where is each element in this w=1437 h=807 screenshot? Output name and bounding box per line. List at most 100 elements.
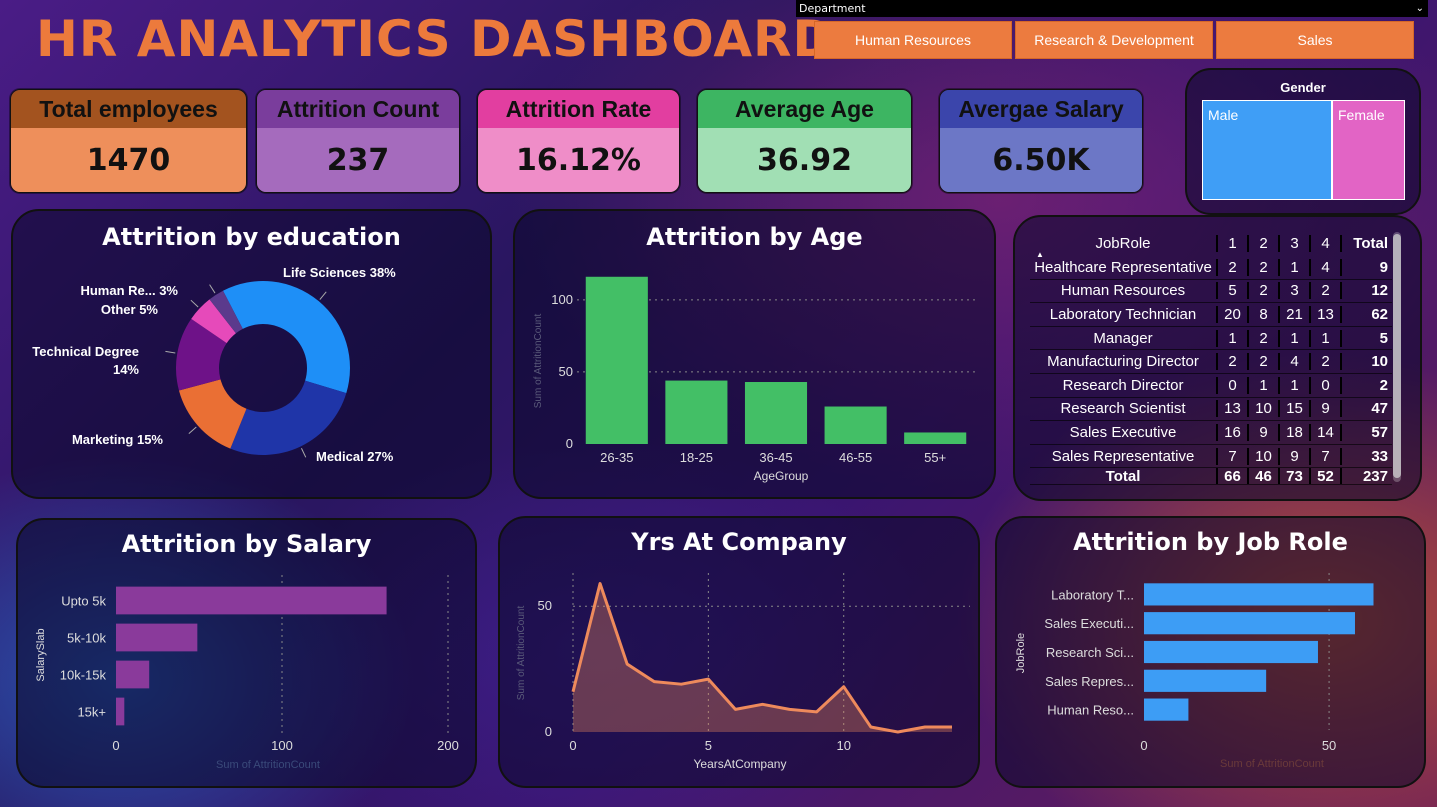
bar bbox=[1144, 698, 1189, 721]
table-row[interactable]: Human Resources 5 2 3 2 12 bbox=[1030, 280, 1392, 304]
slicer-option-research-development[interactable]: Research & Development bbox=[1015, 21, 1213, 59]
matrix-cell-jobrole: Total bbox=[1030, 468, 1218, 485]
table-row[interactable]: Manager 1 2 1 1 5 bbox=[1030, 327, 1392, 351]
age-bar-chart: 0 50 100 26-35 18-25 36-45 46-55 55+ AgeGroup Sum… bbox=[533, 276, 975, 483]
slicer-label: Department bbox=[799, 2, 866, 15]
slicer-header[interactable]: Department ⌄ bbox=[796, 0, 1428, 17]
treemap-female[interactable]: Female bbox=[1332, 100, 1405, 200]
slice-label: Other 5% bbox=[101, 302, 159, 317]
matrix-cell: 13 bbox=[1311, 305, 1342, 323]
y-tick-label: 15k+ bbox=[77, 705, 106, 720]
matrix-scrollbar-thumb[interactable] bbox=[1393, 234, 1401, 478]
matrix-cell-total: 2 bbox=[1379, 376, 1388, 394]
matrix-cell: 1 bbox=[1280, 258, 1311, 276]
jobrole-panel: Attrition by Job Role 0 50 Laboratory T...… bbox=[995, 516, 1426, 788]
chevron-down-icon[interactable]: ⌄ bbox=[1416, 0, 1424, 17]
matrix-cell: 2 bbox=[1218, 353, 1249, 371]
kpi-value: 6.50K bbox=[940, 128, 1142, 192]
education-donut-chart: Life Sciences 38% Medical 27% Marketing 15… bbox=[32, 265, 396, 464]
x-tick-label: 55+ bbox=[924, 450, 946, 465]
slicer-option-human-resources[interactable]: Human Resources bbox=[814, 21, 1012, 59]
y-axis-label: JobRole bbox=[1015, 633, 1027, 673]
slice-label-line: Technical Degree bbox=[32, 344, 139, 359]
matrix-cell-total: 33 bbox=[1371, 447, 1388, 465]
x-axis-label: Sum of AttritionCount bbox=[1220, 758, 1324, 770]
jobrole-bar-chart: 0 50 Laboratory T... Sales Executi... Resear… bbox=[1015, 573, 1374, 770]
slicer-option-sales[interactable]: Sales bbox=[1216, 21, 1414, 59]
table-row[interactable]: Healthcare Representative 2 2 1 4 9 bbox=[1030, 256, 1392, 280]
slice-label: Technical Degree 14% bbox=[32, 344, 139, 377]
matrix-cell: 1 bbox=[1218, 329, 1249, 347]
matrix-cell: 7 bbox=[1218, 447, 1249, 465]
kpi-label: Total employees bbox=[11, 90, 246, 128]
years-panel: Yrs At Company 0 50 0 5 10 YearsAtCompany Sum … bbox=[498, 516, 980, 788]
x-axis-label: Sum of AttritionCount bbox=[216, 759, 320, 771]
matrix-header-col: 1 bbox=[1218, 234, 1249, 252]
sort-ascending-icon[interactable]: ▲ bbox=[1036, 250, 1044, 259]
table-row[interactable]: Sales Representative 7 10 9 7 33 bbox=[1030, 445, 1392, 469]
x-tick-label: 50 bbox=[1322, 738, 1336, 753]
slice-label: Life Sciences 38% bbox=[283, 265, 396, 280]
matrix-cell-jobrole: Human Resources bbox=[1030, 282, 1218, 300]
bar bbox=[744, 382, 808, 444]
y-axis-label: SalarySlab bbox=[35, 628, 47, 681]
education-panel: Attrition by education Life Sciences 38%… bbox=[11, 209, 492, 499]
matrix-cell: 9 bbox=[1280, 447, 1311, 465]
matrix-cell: 4 bbox=[1280, 353, 1311, 371]
treemap-male[interactable]: Male bbox=[1202, 100, 1332, 200]
table-row[interactable]: Manufacturing Director 2 2 4 2 10 bbox=[1030, 350, 1392, 374]
matrix-cell: 18 bbox=[1280, 423, 1311, 441]
matrix-cell: 1 bbox=[1280, 376, 1311, 394]
bar bbox=[665, 380, 728, 444]
kpi-label: Attrition Rate bbox=[478, 90, 679, 128]
matrix-cell-total: 12 bbox=[1371, 282, 1388, 300]
matrix-cell-jobrole: Healthcare Representative bbox=[1030, 258, 1218, 276]
matrix-scrollbar[interactable] bbox=[1393, 232, 1401, 482]
table-row[interactable]: Laboratory Technician 20 8 21 13 62 bbox=[1030, 303, 1392, 327]
matrix-cell: 66 bbox=[1218, 468, 1249, 485]
gender-panel: Gender Male Female bbox=[1185, 68, 1421, 215]
table-row[interactable]: Research Director 0 1 1 0 2 bbox=[1030, 374, 1392, 398]
bar bbox=[585, 276, 648, 444]
matrix-cell: 21 bbox=[1280, 305, 1311, 323]
bar bbox=[1144, 583, 1374, 606]
matrix-total-row[interactable]: Total 66 46 73 52 237 bbox=[1030, 468, 1392, 486]
matrix-cell-jobrole: Sales Representative bbox=[1030, 447, 1218, 465]
kpi-total-employees: Total employees 1470 bbox=[10, 89, 247, 193]
matrix-header-jobrole[interactable]: JobRole bbox=[1030, 234, 1218, 252]
matrix-cell: 46 bbox=[1249, 468, 1280, 485]
matrix-cell: 9 bbox=[1249, 423, 1280, 441]
matrix-cell-total: 57 bbox=[1371, 423, 1388, 441]
donut-slice bbox=[230, 380, 347, 455]
kpi-label: Average Age bbox=[698, 90, 911, 128]
leader-line bbox=[300, 448, 307, 458]
kpi-value: 16.12% bbox=[478, 128, 679, 192]
kpi-attrition-count: Attrition Count 237 bbox=[256, 89, 460, 193]
y-tick-label: Sales Repres... bbox=[1045, 674, 1134, 689]
slice-label: Marketing 15% bbox=[72, 432, 163, 447]
x-axis-label: YearsAtCompany bbox=[694, 757, 787, 771]
matrix-cell: 2 bbox=[1311, 282, 1342, 300]
matrix-cell: 1 bbox=[1280, 329, 1311, 347]
y-tick-label: 50 bbox=[559, 364, 573, 379]
y-tick-label: Sales Executi... bbox=[1044, 616, 1134, 631]
matrix-header-total: Total bbox=[1353, 234, 1388, 252]
slice-label-line: 14% bbox=[113, 362, 139, 377]
kpi-attrition-rate: Attrition Rate 16.12% bbox=[477, 89, 680, 193]
department-slicer[interactable]: Department ⌄ Human Resources Research & … bbox=[796, 0, 1428, 60]
y-tick-label: Human Reso... bbox=[1047, 703, 1134, 718]
matrix-cell-jobrole: Research Director bbox=[1030, 376, 1218, 394]
matrix-cell: 0 bbox=[1218, 376, 1249, 394]
table-row[interactable]: Sales Executive 16 9 18 14 57 bbox=[1030, 421, 1392, 445]
matrix-cell: 4 bbox=[1311, 258, 1342, 276]
matrix-cell: 2 bbox=[1249, 329, 1280, 347]
matrix-header-col: 4 bbox=[1311, 234, 1342, 252]
matrix-cell-total: 47 bbox=[1371, 400, 1388, 418]
table-row[interactable]: Research Scientist 13 10 15 9 47 bbox=[1030, 398, 1392, 422]
y-tick-label: 50 bbox=[538, 598, 552, 613]
slice-label: Medical 27% bbox=[316, 449, 394, 464]
matrix-cell-jobrole: Manufacturing Director bbox=[1030, 353, 1218, 371]
matrix-cell: 10 bbox=[1249, 400, 1280, 418]
bar bbox=[904, 432, 967, 444]
leader-line bbox=[190, 299, 199, 308]
